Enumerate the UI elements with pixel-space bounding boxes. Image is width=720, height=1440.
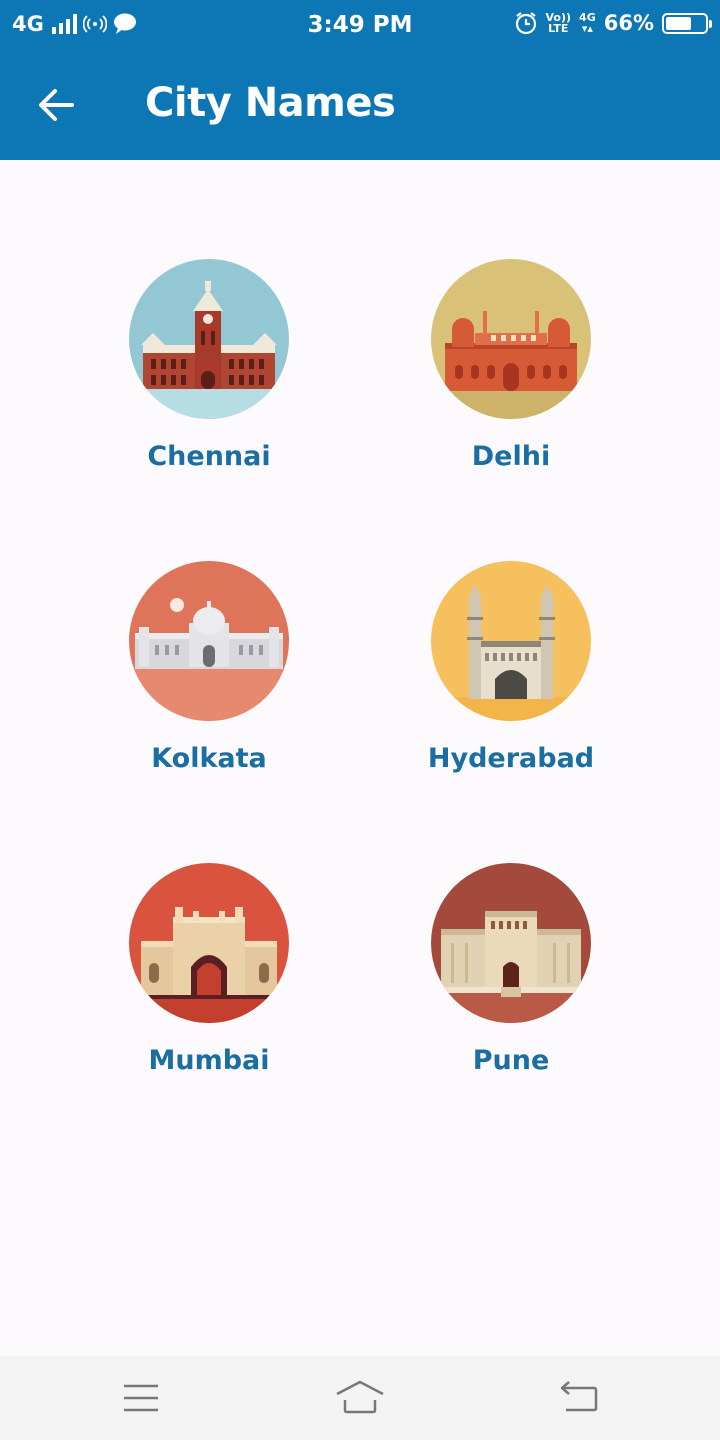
status-bar: 4G 3:49 PM Vo)) LTE 4G ▾▴ 66% xyxy=(0,0,720,50)
city-label: Delhi xyxy=(471,441,551,472)
status-right: Vo)) LTE 4G ▾▴ 66% xyxy=(514,11,712,35)
home-icon xyxy=(336,1380,384,1414)
arrow-left-icon xyxy=(39,89,74,121)
city-label: Pune xyxy=(472,1045,550,1076)
city-card-kolkata[interactable]: Kolkata xyxy=(79,561,339,821)
city-image-chennai xyxy=(129,259,289,419)
city-image-hyderabad xyxy=(431,561,591,721)
charminar-icon xyxy=(431,561,591,721)
city-label: Mumbai xyxy=(148,1045,270,1076)
back-nav-button[interactable] xyxy=(550,1376,610,1420)
red-fort-icon xyxy=(431,259,591,419)
city-card-mumbai[interactable]: Mumbai xyxy=(79,863,339,1123)
volte-indicator: Vo)) LTE xyxy=(545,11,572,35)
city-label: Hyderabad xyxy=(427,743,595,774)
city-image-pune xyxy=(431,863,591,1023)
back-icon xyxy=(560,1381,598,1412)
city-card-pune[interactable]: Pune xyxy=(381,863,641,1123)
battery-icon xyxy=(662,12,712,34)
back-arrow-button[interactable] xyxy=(28,78,84,134)
city-card-chennai[interactable]: Chennai xyxy=(79,259,339,519)
menu-icon xyxy=(124,1384,158,1412)
city-label: Kolkata xyxy=(151,743,267,774)
app-header: 4G 3:49 PM Vo)) LTE 4G ▾▴ 66% City Names xyxy=(0,0,720,160)
victoria-memorial-icon xyxy=(129,561,289,721)
data-indicator: 4G ▾▴ xyxy=(579,11,596,35)
shaniwar-wada-icon xyxy=(431,863,591,1023)
page-title: City Names xyxy=(145,80,396,126)
alarm-icon xyxy=(515,12,536,35)
city-card-hyderabad[interactable]: Hyderabad xyxy=(381,561,641,821)
city-image-delhi xyxy=(431,259,591,419)
battery-percent: 66% xyxy=(603,11,654,35)
city-card-delhi[interactable]: Delhi xyxy=(381,259,641,519)
city-label: Chennai xyxy=(147,441,271,472)
gateway-of-india-icon xyxy=(129,863,289,1023)
city-image-kolkata xyxy=(129,561,289,721)
system-nav-bar xyxy=(0,1356,720,1440)
city-image-mumbai xyxy=(129,863,289,1023)
home-button[interactable] xyxy=(330,1376,390,1420)
chennai-central-icon xyxy=(129,259,289,419)
recent-apps-button[interactable] xyxy=(111,1376,171,1420)
